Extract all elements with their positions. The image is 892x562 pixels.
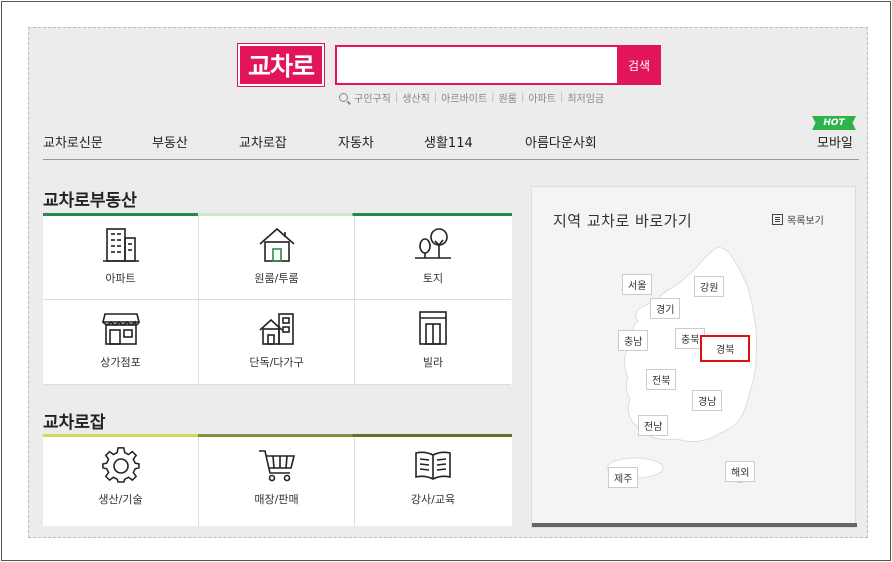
gear-icon [101, 447, 140, 483]
search-button[interactable]: 검색 [617, 45, 661, 85]
list-view-button[interactable]: 목록보기 [772, 212, 824, 227]
main-nav: 교차로신문 부동산 교차로잡 자동차 생활114 아름다운사회 모바일 [43, 132, 859, 160]
region-chungnam[interactable]: 충남 [618, 330, 649, 351]
category-label: 토지 [422, 272, 444, 285]
category-detached[interactable]: 단독/다가구 [199, 300, 355, 385]
nav-item-life114[interactable]: 생활114 [424, 132, 473, 151]
store-icon [101, 313, 140, 345]
category-villa[interactable]: 빌라 [355, 300, 511, 385]
search-icon [339, 93, 348, 102]
nav-item-realestate[interactable]: 부동산 [152, 132, 188, 151]
tree-icon [415, 228, 451, 259]
category-apartment[interactable]: 아파트 [43, 216, 199, 300]
region-panel: 지역 교차로 바로가기 목록보기 서울 강원 경기 충남 충북 경북 전북 경남… [531, 186, 857, 528]
category-label: 아파트 [105, 272, 136, 285]
apartment-icon [102, 228, 139, 262]
region-gangwon[interactable]: 강원 [694, 276, 725, 297]
jobs-title: 교차로잡 [43, 413, 106, 433]
region-panel-title: 지역 교차로 바로가기 [553, 212, 693, 230]
nav-item-newspaper[interactable]: 교차로신문 [43, 132, 103, 151]
screenshot-frame: 교차로 검색 구인구직 | 생산직 | 아르바이트 | 원룸 | 아파트 | 최저임금 H… [1, 1, 891, 561]
category-label: 강사/교육 [410, 493, 456, 506]
nav-item-society[interactable]: 아름다운사회 [525, 132, 597, 151]
region-overseas[interactable]: 해외 [725, 461, 756, 482]
region-seoul[interactable]: 서울 [622, 274, 653, 295]
jobs-grid: 생산/기술 매장/판매 강사/교육 [43, 434, 512, 526]
detached-house-icon [258, 313, 294, 345]
realestate-grid: 아파트 원룸/투룸 토지 상가점포 단독/다가구 빌라 [43, 213, 512, 385]
list-icon [772, 214, 783, 225]
category-label: 원룸/투룸 [254, 272, 299, 285]
region-jeonbuk[interactable]: 전북 [646, 369, 677, 390]
panel-bottom-bar [532, 523, 857, 527]
category-label: 매장/판매 [254, 493, 299, 506]
house-icon [258, 227, 295, 262]
list-view-label: 목록보기 [787, 216, 824, 227]
category-sales[interactable]: 매장/판매 [199, 437, 355, 526]
cart-icon [258, 450, 295, 482]
site-logo[interactable]: 교차로 [237, 43, 325, 87]
region-gyeonggi[interactable]: 경기 [650, 298, 681, 319]
keyword-link[interactable]: 아르바이트 [441, 90, 487, 105]
region-gyeongbuk[interactable]: 경북 [700, 335, 751, 362]
hot-badge: HOT [812, 116, 856, 130]
category-land[interactable]: 토지 [355, 216, 511, 300]
page-viewport: 교차로 검색 구인구직 | 생산직 | 아르바이트 | 원룸 | 아파트 | 최저임금 H… [28, 27, 868, 538]
popular-keywords: 구인구직 | 생산직 | 아르바이트 | 원룸 | 아파트 | 최저임금 [339, 90, 604, 105]
category-production[interactable]: 생산/기술 [43, 437, 199, 526]
category-label: 상가점포 [100, 356, 141, 369]
nav-item-mobile[interactable]: 모바일 [817, 132, 853, 151]
keyword-link[interactable]: 아파트 [528, 90, 556, 105]
region-jeonnam[interactable]: 전남 [638, 415, 669, 436]
keyword-link[interactable]: 생산직 [402, 90, 430, 105]
region-jeju[interactable]: 제주 [608, 467, 639, 488]
category-oneroom[interactable]: 원룸/투룸 [199, 216, 355, 300]
region-gyeongnam[interactable]: 경남 [692, 390, 723, 411]
category-store[interactable]: 상가점포 [43, 300, 199, 385]
category-label: 빌라 [422, 356, 444, 369]
search-input[interactable] [335, 45, 617, 85]
keyword-link[interactable]: 원룸 [499, 90, 517, 105]
book-icon [415, 451, 451, 480]
keyword-link[interactable]: 구인구직 [354, 90, 391, 105]
villa-icon [419, 311, 447, 345]
nav-item-jobs[interactable]: 교차로잡 [239, 132, 287, 151]
nav-item-cars[interactable]: 자동차 [338, 132, 374, 151]
category-label: 단독/다가구 [249, 356, 304, 369]
category-education[interactable]: 강사/교육 [355, 437, 511, 526]
keyword-link[interactable]: 최저임금 [567, 90, 604, 105]
realestate-title: 교차로부동산 [43, 191, 137, 211]
category-label: 생산/기술 [98, 493, 143, 506]
